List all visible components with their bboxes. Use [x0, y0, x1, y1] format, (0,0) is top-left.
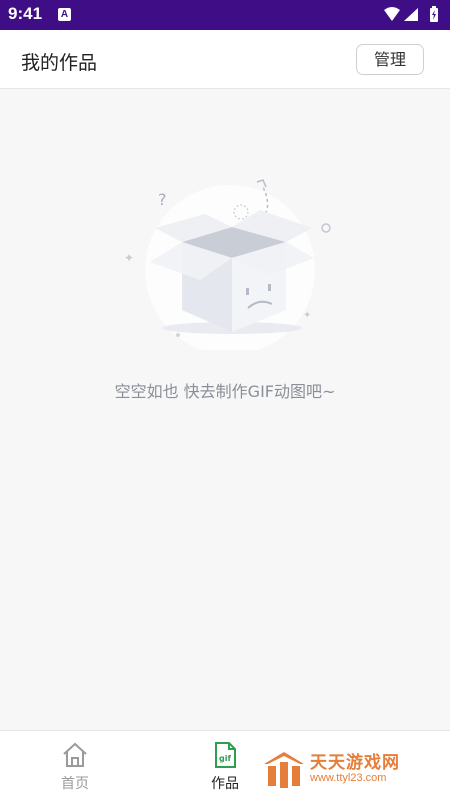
- status-bar: 9:41 A: [0, 0, 450, 30]
- svg-text:✦: ✦: [303, 310, 311, 321]
- gif-icon-text: gif: [219, 754, 231, 763]
- page-title: 我的作品: [21, 52, 98, 74]
- status-time: 9:41: [8, 4, 43, 23]
- nav-item-works[interactable]: gif 作品: [185, 731, 265, 801]
- watermark-logo-icon: [264, 752, 304, 788]
- svg-text:✦: ✦: [124, 251, 134, 265]
- signal-icon: [404, 8, 418, 21]
- gif-icon: gif: [215, 742, 236, 768]
- empty-box-illustration: ? ✦ ✦: [124, 179, 331, 350]
- nav-label-works: 作品: [211, 776, 239, 792]
- svg-text:?: ?: [158, 190, 167, 209]
- manage-button[interactable]: 管理: [356, 44, 424, 75]
- nav-item-home[interactable]: 首页: [35, 731, 115, 801]
- watermark-url: www.ttyl23.com: [310, 772, 387, 784]
- notification-icon: A: [58, 8, 71, 21]
- nav-label-home: 首页: [61, 776, 89, 792]
- home-icon: [63, 742, 87, 767]
- status-icons: [384, 6, 438, 22]
- watermark: 天天游戏网 www.ttyl23.com: [262, 748, 422, 792]
- watermark-title: 天天游戏网: [310, 753, 400, 773]
- empty-state-message: 空空如也 快去制作GIF动图吧~: [114, 382, 336, 401]
- header: 我的作品 管理: [0, 30, 450, 89]
- battery-icon: [430, 6, 438, 22]
- wifi-icon: [384, 7, 400, 21]
